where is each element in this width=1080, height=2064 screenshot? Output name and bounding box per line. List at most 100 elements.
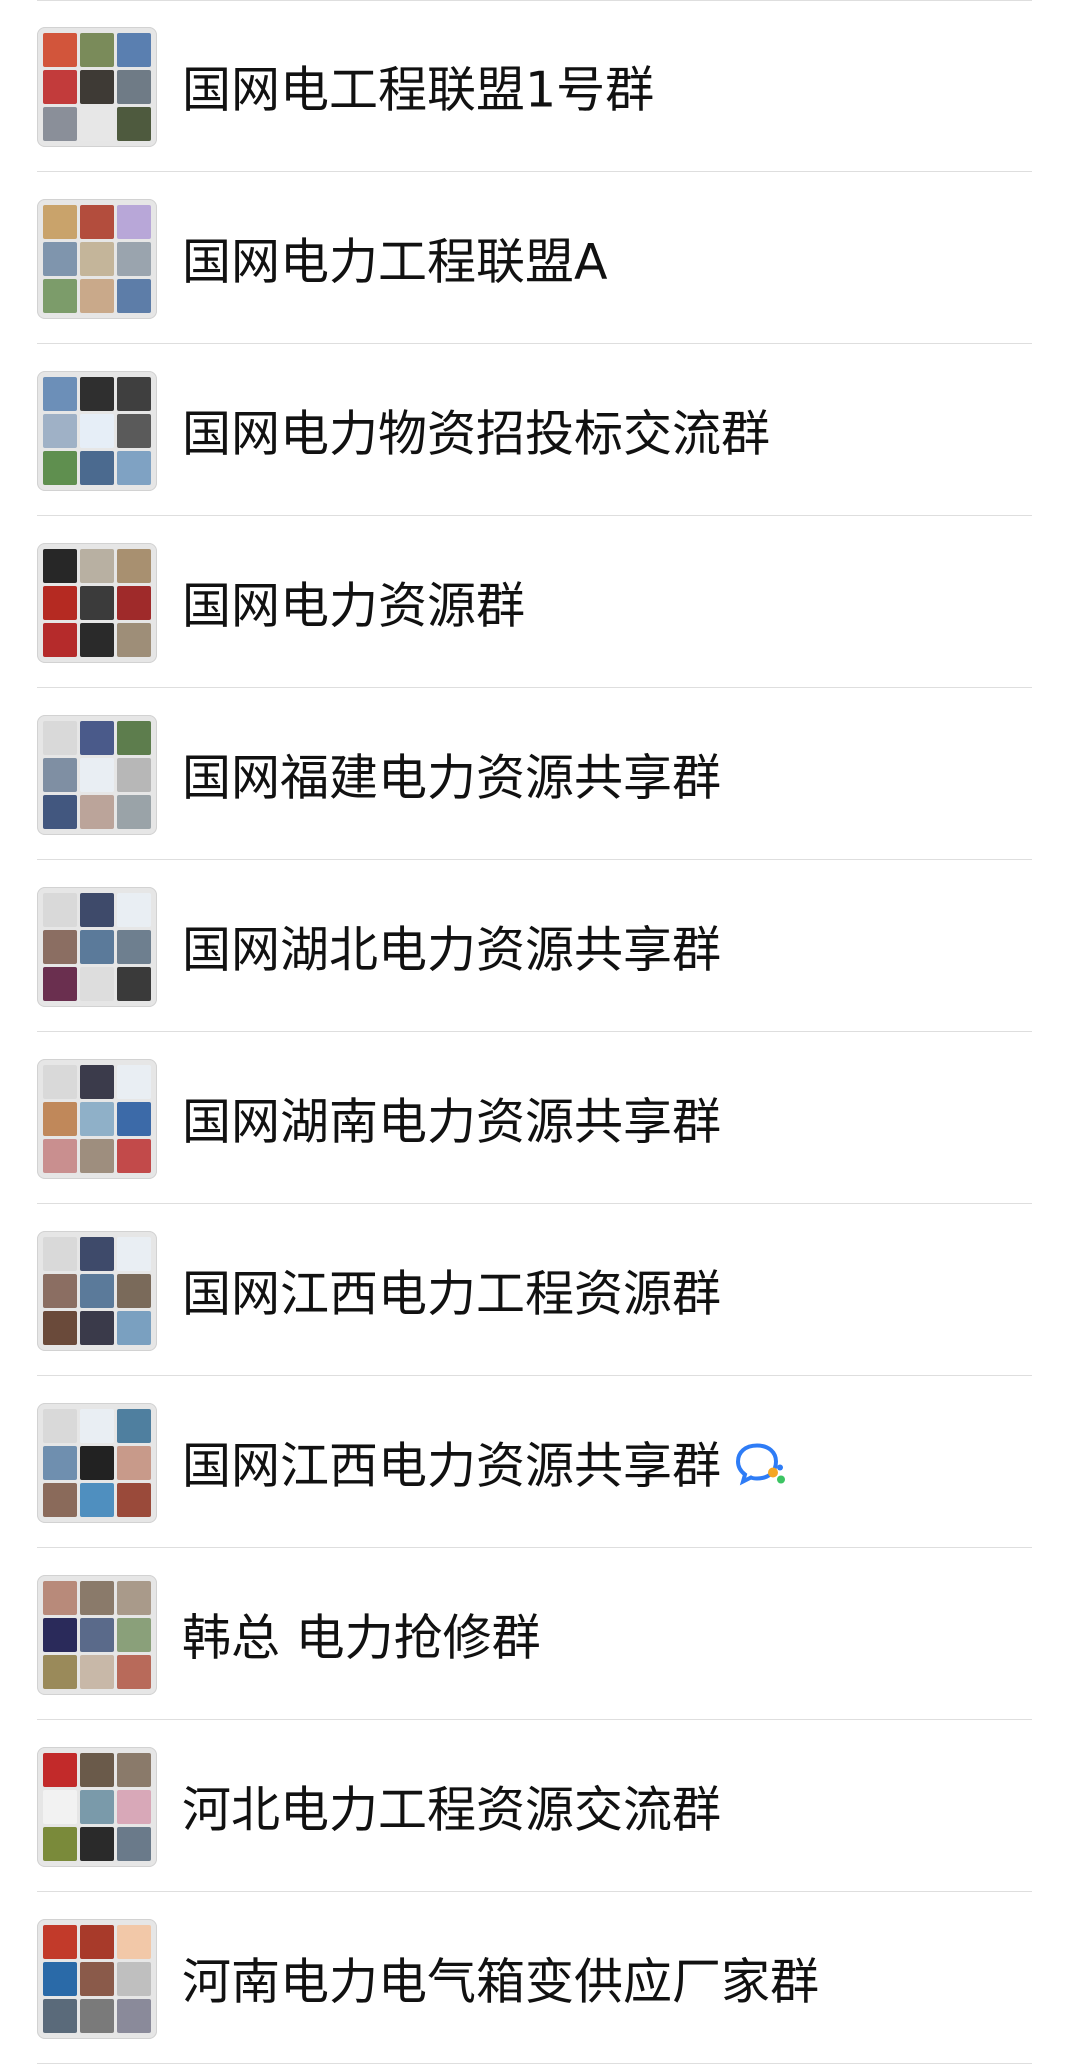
avatar-cell	[80, 205, 114, 239]
group-avatar	[37, 371, 157, 491]
avatar-cell	[117, 1790, 151, 1824]
group-list-item[interactable]: 国网电力资源群	[0, 516, 1080, 688]
group-list-item[interactable]: 韩总 电力抢修群	[0, 1548, 1080, 1720]
avatar-cell	[80, 107, 114, 141]
avatar-cell	[117, 1655, 151, 1689]
group-name: 国网湖南电力资源共享群	[182, 1083, 721, 1154]
avatar-cell	[117, 33, 151, 67]
group-list-item[interactable]: 国网电力工程联盟A	[0, 172, 1080, 344]
avatar-cell	[43, 967, 77, 1001]
avatar-cell	[117, 107, 151, 141]
avatar-cell	[43, 1139, 77, 1173]
avatar-cell	[80, 1237, 114, 1271]
group-avatar	[37, 1231, 157, 1351]
avatar-cell	[43, 1999, 77, 2033]
group-name-label: 河北电力工程资源交流群	[182, 1781, 722, 1839]
avatar-cell	[43, 930, 77, 964]
avatar-cell	[43, 1274, 77, 1308]
avatar-cell	[43, 205, 77, 239]
avatar-cell	[117, 930, 151, 964]
group-list-item[interactable]: 国网江西电力资源共享群	[0, 1376, 1080, 1548]
avatar-cell	[117, 1581, 151, 1615]
avatar-cell	[43, 414, 77, 448]
avatar-cell	[43, 1237, 77, 1271]
group-avatar	[37, 543, 157, 663]
avatar-cell	[43, 1655, 77, 1689]
avatar-cell	[117, 242, 151, 276]
avatar-cell	[43, 623, 77, 657]
avatar-cell	[43, 1581, 77, 1615]
group-list-item[interactable]: 国网湖南电力资源共享群	[0, 1032, 1080, 1204]
group-list-item[interactable]: 国网湖北电力资源共享群	[0, 860, 1080, 1032]
group-name: 国网电力资源群	[182, 567, 525, 638]
avatar-cell	[43, 1618, 77, 1652]
avatar-cell	[117, 377, 151, 411]
group-list-item[interactable]: 国网电工程联盟1号群	[0, 0, 1080, 172]
avatar-cell	[80, 1274, 114, 1308]
avatar-cell	[117, 549, 151, 583]
avatar-cell	[117, 1827, 151, 1861]
avatar-cell	[43, 1925, 77, 1959]
avatar-cell	[117, 1102, 151, 1136]
group-list-item[interactable]: 国网电力物资招投标交流群	[0, 344, 1080, 516]
avatar-cell	[80, 586, 114, 620]
avatar-cell	[80, 1139, 114, 1173]
group-avatar	[37, 1575, 157, 1695]
group-avatar	[37, 1919, 157, 2039]
avatar-cell	[80, 930, 114, 964]
group-list-item[interactable]: 国网福建电力资源共享群	[0, 688, 1080, 860]
avatar-cell	[80, 1962, 114, 1996]
avatar-cell	[80, 758, 114, 792]
avatar-cell	[43, 70, 77, 104]
group-name: 国网电力工程联盟A	[182, 223, 608, 294]
avatar-cell	[80, 1925, 114, 1959]
avatar-cell	[117, 1139, 151, 1173]
avatar-cell	[80, 1618, 114, 1652]
avatar-cell	[43, 721, 77, 755]
avatar-cell	[80, 70, 114, 104]
group-name: 国网湖北电力资源共享群	[182, 911, 721, 982]
group-list-item[interactable]: 河北电力工程资源交流群	[0, 1720, 1080, 1892]
avatar-cell	[43, 107, 77, 141]
avatar-cell	[43, 893, 77, 927]
avatar-cell	[80, 451, 114, 485]
avatar-cell	[43, 33, 77, 67]
avatar-cell	[80, 377, 114, 411]
avatar-cell	[117, 893, 151, 927]
group-name-label: 河南电力电气箱变供应厂家群	[182, 1953, 820, 2011]
avatar-cell	[117, 623, 151, 657]
avatar-cell	[117, 451, 151, 485]
avatar-cell	[43, 549, 77, 583]
group-list-item[interactable]: 国网江西电力工程资源群	[0, 1204, 1080, 1376]
avatar-cell	[43, 1483, 77, 1517]
group-name-label: 国网电力工程联盟A	[182, 233, 608, 291]
group-name-label: 国网江西电力资源共享群	[182, 1437, 722, 1495]
group-avatar	[37, 715, 157, 835]
group-name: 国网江西电力工程资源群	[182, 1255, 721, 1326]
avatar-cell	[117, 1999, 151, 2033]
group-name: 国网江西电力资源共享群	[182, 1427, 789, 1498]
avatar-cell	[117, 1753, 151, 1787]
avatar-cell	[43, 1409, 77, 1443]
avatar-cell	[43, 242, 77, 276]
avatar-cell	[80, 795, 114, 829]
group-name-label: 韩总 电力抢修群	[182, 1609, 541, 1667]
avatar-cell	[80, 721, 114, 755]
avatar-cell	[43, 1446, 77, 1480]
avatar-cell	[80, 242, 114, 276]
wecom-chat-icon	[735, 1440, 789, 1485]
group-name-label: 国网电工程联盟1号群	[182, 61, 655, 119]
avatar-cell	[43, 279, 77, 313]
avatar-cell	[117, 1409, 151, 1443]
avatar-cell	[80, 279, 114, 313]
avatar-cell	[80, 1655, 114, 1689]
avatar-cell	[80, 1311, 114, 1345]
avatar-cell	[117, 1446, 151, 1480]
avatar-cell	[43, 586, 77, 620]
group-list-item[interactable]: 河南电力电气箱变供应厂家群	[0, 1892, 1080, 2064]
avatar-cell	[117, 758, 151, 792]
group-name: 国网电力物资招投标交流群	[182, 395, 770, 466]
avatar-cell	[117, 721, 151, 755]
avatar-cell	[43, 451, 77, 485]
avatar-cell	[117, 205, 151, 239]
